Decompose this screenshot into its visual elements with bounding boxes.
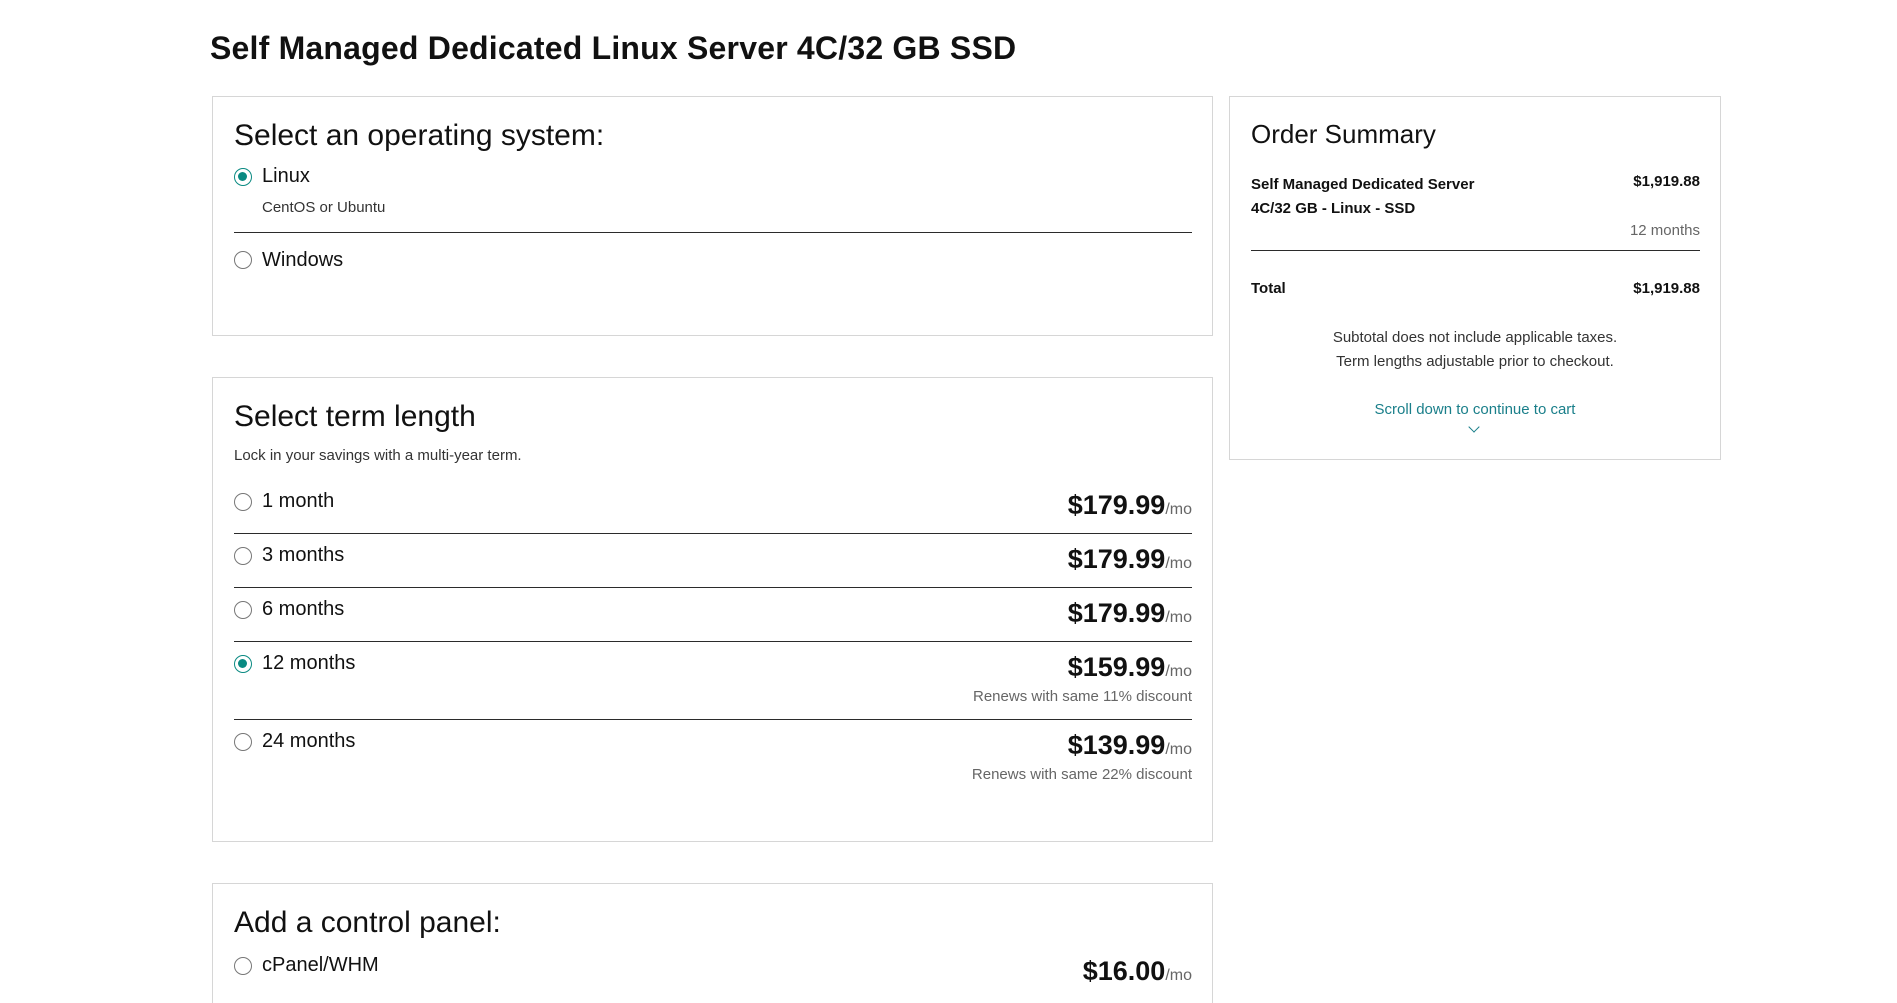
summary-item-price: $1,919.88 (1633, 173, 1700, 190)
os-option-linux[interactable]: Linux CentOS or Ubuntu (234, 165, 1192, 233)
cpanel-radio[interactable] (234, 957, 252, 975)
term-option-1-month[interactable]: 1 month $179.99/mo (234, 490, 1192, 534)
term-option-6-months[interactable]: 6 months $179.99/mo (234, 598, 1192, 642)
term-label: 1 month (262, 490, 335, 512)
term-heading: Select term length (234, 400, 476, 433)
os-option-label: Windows (262, 249, 344, 271)
term-label: 6 months (262, 598, 345, 620)
term-radio[interactable] (234, 601, 252, 619)
windows-radio[interactable] (234, 251, 252, 269)
summary-item-name: Self Managed Dedicated Server 4C/32 GB -… (1251, 176, 1475, 217)
os-option-windows[interactable]: Windows (234, 249, 1192, 279)
renew-note: Renews with same 22% discount (971, 766, 1192, 783)
tax-note: Subtotal does not include applicable tax… (1332, 329, 1618, 346)
renew-note: Renews with same 11% discount (973, 688, 1192, 705)
term-option-3-months[interactable]: 3 months $179.99/mo (234, 544, 1192, 588)
control-panel-heading: Add a control panel: (234, 906, 501, 939)
order-summary-heading: Order Summary (1251, 119, 1436, 149)
term-price: $179.99/mo (1067, 490, 1192, 520)
page-title: Self Managed Dedicated Linux Server 4C/3… (210, 30, 1017, 66)
term-radio[interactable] (234, 493, 252, 511)
control-panel-label: cPanel/WHM (262, 954, 379, 976)
term-label: 12 months (262, 652, 356, 674)
linux-radio[interactable] (234, 168, 252, 186)
term-price: $179.99/mo (1067, 544, 1192, 574)
term-option-24-months[interactable]: 24 months $139.99/mo Renews with same 22… (234, 730, 1192, 790)
term-subtitle: Lock in your savings with a multi-year t… (234, 447, 522, 464)
term-price: $179.99/mo (1067, 598, 1192, 628)
summary-total-label: Total (1251, 280, 1286, 297)
term-price: $139.99/mo (1067, 730, 1192, 760)
summary-divider (1251, 250, 1700, 251)
term-radio[interactable] (234, 655, 252, 673)
control-panel-option-cpanel[interactable]: cPanel/WHM $16.00/mo (234, 954, 1192, 994)
control-panel-card: Add a control panel: cPanel/WHM $16.00/m… (212, 883, 1213, 1003)
control-panel-price: $16.00/mo (1082, 956, 1192, 986)
term-radio[interactable] (234, 733, 252, 751)
summary-item-term: 12 months (1629, 222, 1700, 239)
chevron-down-icon[interactable] (1468, 421, 1480, 433)
term-price: $159.99/mo (1067, 652, 1192, 682)
term-radio[interactable] (234, 547, 252, 565)
term-option-12-months[interactable]: 12 months $159.99/mo Renews with same 11… (234, 652, 1192, 720)
term-card: Select term length Lock in your savings … (212, 377, 1213, 842)
term-note: Term lengths adjustable prior to checkou… (1336, 353, 1614, 370)
os-option-sublabel: CentOS or Ubuntu (262, 199, 386, 216)
os-heading: Select an operating system: (234, 119, 605, 152)
os-option-label: Linux (262, 165, 310, 187)
summary-total-value: $1,919.88 (1633, 280, 1700, 297)
term-label: 24 months (262, 730, 356, 752)
term-label: 3 months (262, 544, 345, 566)
scroll-to-cart-link[interactable]: Scroll down to continue to cart (1230, 401, 1720, 418)
order-summary-card: Order Summary Self Managed Dedicated Ser… (1229, 96, 1721, 460)
os-card: Select an operating system: Linux CentOS… (212, 96, 1213, 336)
